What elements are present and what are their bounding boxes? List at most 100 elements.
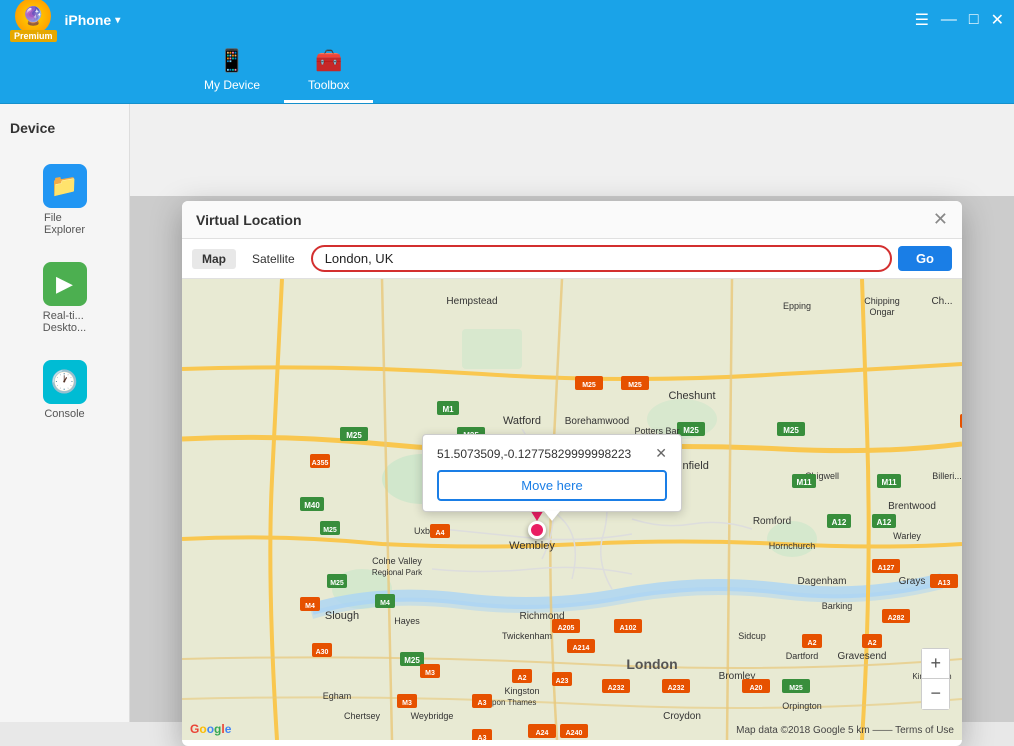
svg-text:Barking: Barking [822,601,853,611]
svg-text:A24: A24 [536,730,549,737]
zoom-controls: + − [921,648,950,710]
map-tab-map[interactable]: Map [192,249,236,269]
svg-text:Brentwood: Brentwood [888,501,936,512]
svg-text:Borehamwood: Borehamwood [565,416,629,427]
svg-text:A4: A4 [436,530,445,537]
nav-item-toolbox[interactable]: 🧰 Toolbox [284,40,373,103]
title-bar-left: 🔮 Premium iPhone ▾ [10,0,120,42]
svg-text:A240: A240 [566,730,583,737]
modal-header: Virtual Location ✕ [182,201,962,239]
nav-item-my-device-label: My Device [204,78,260,92]
device-name[interactable]: iPhone ▾ [65,12,121,28]
svg-text:A12: A12 [832,518,847,527]
svg-text:Gravesend: Gravesend [838,651,887,662]
svg-text:M11: M11 [881,478,897,487]
svg-text:Ch...: Ch... [931,296,952,307]
svg-text:M25: M25 [323,527,337,534]
svg-text:A3: A3 [478,700,487,707]
map-attribution: Map data ©2018 Google 5 km —— Terms of U… [736,725,954,736]
svg-text:A355: A355 [312,460,329,467]
svg-text:Billeri...: Billeri... [932,471,962,481]
modal-title: Virtual Location [196,212,302,228]
popup-close-button[interactable]: ✕ [655,445,667,462]
svg-text:M25: M25 [330,580,344,587]
console-label: Console [44,408,84,420]
svg-text:Slough: Slough [325,610,359,622]
go-button[interactable]: Go [898,246,952,271]
svg-text:A2: A2 [518,675,527,682]
svg-text:London: London [626,656,677,672]
sidebar-item-file-explorer[interactable]: 📁 FileExplorer [0,156,129,244]
move-here-button[interactable]: Move here [437,470,667,501]
device-arrow-icon: ▾ [115,15,120,26]
my-device-icon: 📱 [218,48,245,74]
sidebar: Device 📁 FileExplorer ▶ Real-ti...Deskto… [0,104,130,722]
sidebar-item-console[interactable]: 🕐 Console [0,352,129,428]
svg-text:A205: A205 [558,625,575,632]
svg-text:Twickenham: Twickenham [502,631,552,641]
svg-text:M40: M40 [304,501,320,510]
modal-overlay: Virtual Location ✕ Map Satellite Go [130,196,1014,722]
toolbox-icon: 🧰 [315,48,342,74]
svg-text:Dartford: Dartford [786,651,819,661]
modal-close-button[interactable]: ✕ [933,209,948,230]
title-bar-controls: ☰ — □ ✕ [915,10,1004,30]
premium-badge: Premium [10,30,57,42]
coord-header: 51.5073509,-0.12775829999998223 ✕ [437,445,667,462]
svg-text:Egham: Egham [323,691,352,701]
file-explorer-label: FileExplorer [44,212,85,236]
svg-text:upon Thames: upon Thames [488,698,537,707]
menu-icon[interactable]: ☰ [915,10,929,30]
svg-text:Ongar: Ongar [869,307,894,317]
svg-text:M25: M25 [346,431,362,440]
svg-text:Dagenham: Dagenham [798,576,847,587]
svg-text:Wembley: Wembley [509,540,555,552]
app-logo: 🔮 [15,0,51,34]
minimize-icon[interactable]: — [941,11,957,29]
device-name-text: iPhone [65,12,112,28]
location-search-input[interactable] [311,245,892,272]
maximize-icon[interactable]: □ [969,11,979,29]
close-icon[interactable]: ✕ [991,10,1004,30]
zoom-in-button[interactable]: + [922,649,949,679]
svg-text:A2: A2 [808,640,817,647]
svg-text:Cheshunt: Cheshunt [668,390,715,402]
svg-text:Romford: Romford [753,516,791,527]
svg-text:M1: M1 [442,405,454,414]
svg-text:Hayes: Hayes [394,616,420,626]
sidebar-item-realtime-desktop[interactable]: ▶ Real-ti...Deskto... [0,254,129,342]
svg-text:Grays: Grays [899,576,926,587]
zoom-out-button[interactable]: − [922,679,949,709]
svg-text:A282: A282 [888,615,905,622]
svg-text:A102: A102 [620,625,637,632]
svg-text:Croydon: Croydon [663,711,701,722]
svg-text:Colne Valley: Colne Valley [372,556,422,566]
sidebar-title: Device [0,114,129,146]
map-tab-satellite[interactable]: Satellite [242,249,305,269]
content-area: Virtual Location ✕ Map Satellite Go [130,104,1014,722]
map-search-box [311,245,892,272]
svg-text:M25: M25 [683,426,699,435]
nav-item-my-device[interactable]: 📱 My Device [180,40,284,103]
pin-dot [528,521,546,539]
nav-item-toolbox-label: Toolbox [308,78,349,92]
coordinate-popup: 51.5073509,-0.12775829999998223 ✕ Move h… [422,434,682,512]
svg-text:Hornchurch: Hornchurch [769,541,816,551]
svg-text:M25: M25 [783,426,799,435]
coordinate-text: 51.5073509,-0.12775829999998223 [437,447,631,461]
svg-text:Kingston: Kingston [504,686,539,696]
svg-text:M25: M25 [404,656,420,665]
console-icon: 🕐 [43,360,87,404]
svg-text:A12: A12 [877,518,892,527]
map-background: M25 M25 M25 M25 M40 M25 [182,279,962,740]
svg-text:Warley: Warley [893,531,921,541]
svg-text:M3: M3 [402,700,412,707]
svg-text:A232: A232 [608,685,625,692]
svg-text:Hempstead: Hempstead [446,296,497,307]
svg-text:M4: M4 [380,600,390,607]
svg-text:A232: A232 [668,685,685,692]
svg-text:M4: M4 [305,603,315,610]
map-controls: Map Satellite Go [182,239,962,279]
realtime-icon: ▶ [43,262,87,306]
svg-text:Epping: Epping [783,301,811,311]
